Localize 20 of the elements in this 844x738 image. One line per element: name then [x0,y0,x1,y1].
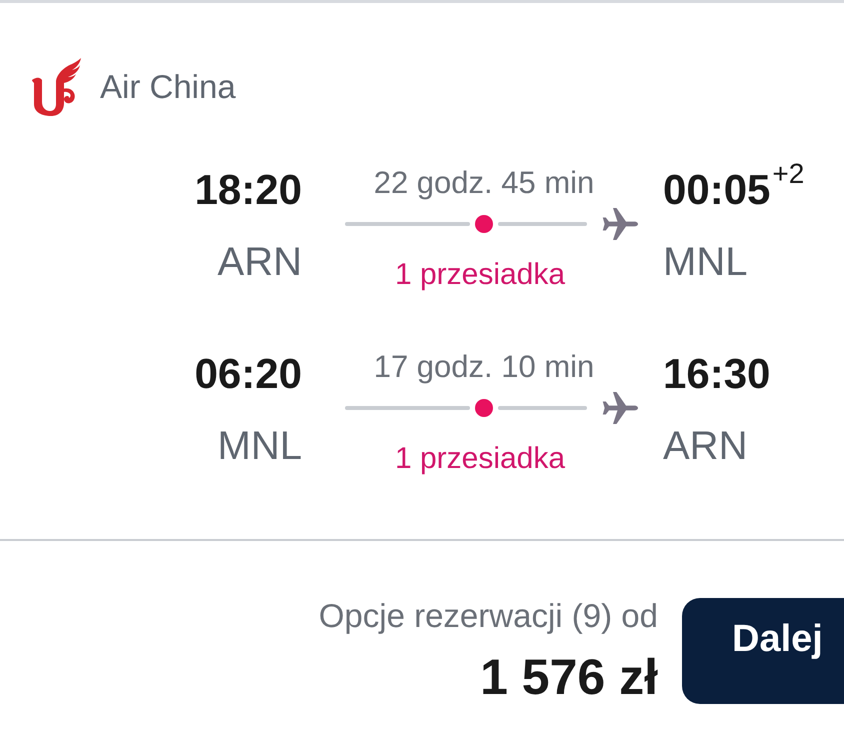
arrival-airport: MNL [663,239,748,286]
airline-name: Air China [100,67,236,107]
arrival-time: 00:05 [663,165,770,215]
departure-airport: MNL [218,423,302,470]
airline-logo-icon [30,58,82,116]
day-offset: +2 [772,159,804,189]
stops-label: 1 przesiadka [394,441,566,477]
arrival-time: 16:30 [663,349,770,399]
departure-time: 06:20 [194,349,302,399]
flight-duration: 22 godz. 45 min [372,165,596,201]
departure-airport: ARN [218,239,302,286]
plane-icon [600,392,638,424]
stops-label: 1 przesiadka [394,257,566,293]
flight-duration: 17 godz. 10 min [372,349,596,385]
booking-options-label: Opcje rezerwacji (9) od [318,596,658,636]
plane-icon [600,208,638,240]
continue-button[interactable]: Dalej [682,598,844,704]
departure-time: 18:20 [194,165,302,215]
price: 1 576 zł [480,649,658,705]
arrival-airport: ARN [663,423,748,470]
